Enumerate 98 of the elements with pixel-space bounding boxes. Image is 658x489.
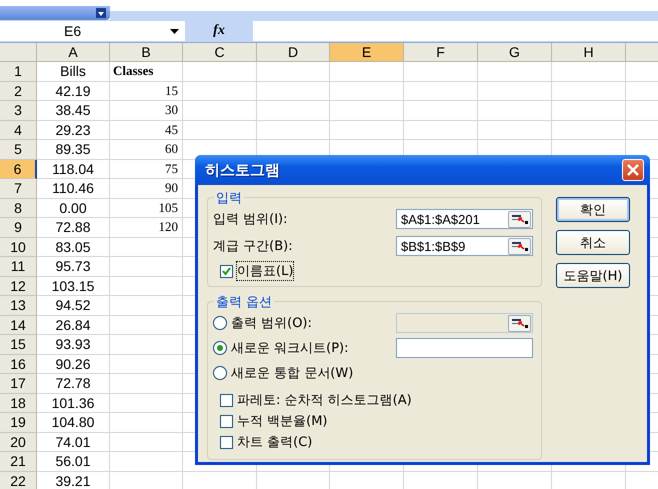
range-select-icon [512, 241, 528, 251]
table-cell: 93.93 [37, 335, 110, 354]
table-cell: 45 [110, 120, 183, 140]
row-header[interactable]: 2 [0, 82, 37, 101]
table-cell: 38.45 [37, 101, 110, 120]
table-cell: 74.01 [37, 432, 110, 452]
range-select-icon [512, 214, 528, 224]
dialog-button[interactable]: 도움말(H) [556, 263, 630, 288]
formula-field[interactable] [253, 21, 658, 41]
row-header[interactable]: 19 [0, 413, 37, 432]
table-cell: 105 [110, 198, 183, 218]
column-header[interactable]: H [552, 43, 626, 62]
row-header[interactable]: 8 [0, 198, 37, 218]
checkbox[interactable] [220, 436, 233, 448]
checkbox[interactable] [220, 394, 233, 406]
radio-button[interactable] [213, 366, 227, 380]
row-header[interactable]: 12 [0, 276, 37, 296]
table-cell: 95.73 [37, 257, 110, 276]
checkbox[interactable] [220, 414, 233, 428]
group-title: 입력 [214, 189, 244, 207]
row-header[interactable]: 11 [0, 257, 37, 276]
row-header[interactable]: 7 [0, 179, 37, 198]
row-header[interactable]: 22 [0, 472, 37, 489]
dropdown-icon[interactable] [170, 29, 179, 34]
range-field[interactable]: $B$1:$B$9 [396, 236, 533, 256]
dialog-button[interactable]: 취소 [556, 230, 630, 255]
table-cell: 42.19 [37, 82, 110, 101]
checkbox-label[interactable]: 차트 출력(C) [237, 433, 312, 451]
table-cell: 89.35 [37, 140, 110, 160]
radio-button[interactable] [213, 341, 227, 355]
row-header[interactable]: 17 [0, 374, 37, 394]
checkbox-label[interactable]: 이름표(L) [237, 262, 294, 280]
row-header[interactable]: 6 [0, 160, 37, 179]
toolbar-options-icon[interactable] [96, 8, 106, 18]
column-header[interactable]: B [110, 43, 183, 62]
table-cell: 60 [110, 140, 183, 160]
row-header[interactable]: 3 [0, 101, 37, 120]
table-cell: 120 [110, 218, 183, 238]
column-header[interactable]: C [183, 43, 257, 62]
row-header[interactable]: 21 [0, 452, 37, 472]
column-header[interactable]: D [257, 43, 330, 62]
table-cell: 90 [110, 179, 183, 198]
row-header[interactable]: 18 [0, 394, 37, 413]
table-cell: 72.78 [37, 374, 110, 394]
table-cell: 39.21 [37, 472, 110, 489]
table-cell: 0.00 [37, 198, 110, 218]
table-cell: 15 [110, 82, 183, 101]
close-button[interactable] [622, 159, 644, 181]
table-cell: 75 [110, 160, 183, 179]
range-field[interactable] [396, 338, 533, 358]
row-header[interactable]: 1 [0, 62, 37, 82]
close-icon [626, 163, 640, 177]
range-picker-button[interactable] [508, 238, 531, 254]
range-select-icon [512, 318, 528, 328]
checkbox[interactable] [220, 264, 233, 278]
row-header[interactable]: 15 [0, 335, 37, 354]
checkbox-label[interactable]: 누적 백분율(M) [237, 412, 328, 430]
function-label[interactable]: fx [185, 23, 253, 39]
table-cell: 110.46 [37, 179, 110, 198]
dialog-button[interactable]: 확인 [556, 197, 630, 222]
column-header[interactable]: E [330, 43, 404, 62]
table-cell: 103.15 [37, 276, 110, 296]
column-header[interactable]: A [37, 43, 110, 62]
column-header[interactable]: F [404, 43, 478, 62]
table-cell: 56.01 [37, 452, 110, 472]
row-header[interactable]: 14 [0, 316, 37, 335]
table-cell: 90.26 [37, 354, 110, 374]
table-cell: 118.04 [37, 160, 110, 179]
radio-button[interactable] [213, 316, 227, 330]
table-cell: 29.23 [37, 120, 110, 140]
row-header[interactable]: 9 [0, 218, 37, 238]
row-header[interactable]: 4 [0, 120, 37, 140]
table-cell: 94.52 [37, 296, 110, 316]
table-cell: 104.80 [37, 413, 110, 432]
table-cell: 72.88 [37, 218, 110, 238]
radio-label[interactable]: 새로운 워크시트(P): [231, 339, 348, 357]
checkbox-label[interactable]: 파레토: 순차적 히스토그램(A) [237, 391, 412, 409]
table-cell: Bills [37, 62, 110, 82]
name-box[interactable]: E6 [0, 21, 185, 41]
group-title: 출력 옵션 [214, 293, 274, 311]
table-cell: 26.84 [37, 316, 110, 335]
row-header[interactable]: 20 [0, 432, 37, 452]
field-label: 입력 범위(I): [213, 211, 288, 228]
dialog-title: 히스토그램 [205, 160, 280, 180]
radio-label[interactable]: 출력 범위(O): [231, 314, 312, 332]
table-cell: 83.05 [37, 238, 110, 257]
row-header[interactable]: 13 [0, 296, 37, 316]
range-field[interactable]: $A$1:$A$201 [396, 209, 533, 229]
table-cell: 101.36 [37, 394, 110, 413]
row-header[interactable]: 16 [0, 354, 37, 374]
row-header[interactable]: 5 [0, 140, 37, 160]
range-picker-button[interactable] [508, 210, 531, 228]
radio-label[interactable]: 새로운 통합 문서(W) [231, 364, 354, 382]
table-cell: Classes [110, 62, 183, 82]
row-header[interactable]: 10 [0, 238, 37, 257]
column-header[interactable]: G [478, 43, 552, 62]
table-cell: 30 [110, 101, 183, 120]
field-label: 계급 구간(B): [213, 238, 293, 255]
